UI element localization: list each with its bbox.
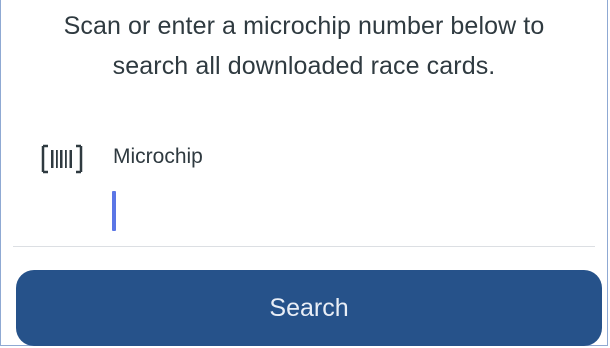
field-divider (13, 246, 595, 247)
barcode-scan-icon[interactable] (41, 144, 83, 174)
instructions-text: Scan or enter a microchip number below t… (11, 6, 597, 86)
text-caret (112, 191, 116, 231)
instructions-line-1: Scan or enter a microchip number below t… (63, 12, 545, 40)
microchip-label: Microchip (113, 145, 203, 168)
instructions-line-2: search all downloaded race cards. (112, 52, 496, 80)
search-button[interactable]: Search (16, 270, 602, 346)
microchip-field[interactable]: Microchip (1, 128, 607, 246)
app-frame: Scan or enter a microchip number below t… (0, 0, 608, 346)
microchip-input[interactable] (105, 184, 585, 236)
